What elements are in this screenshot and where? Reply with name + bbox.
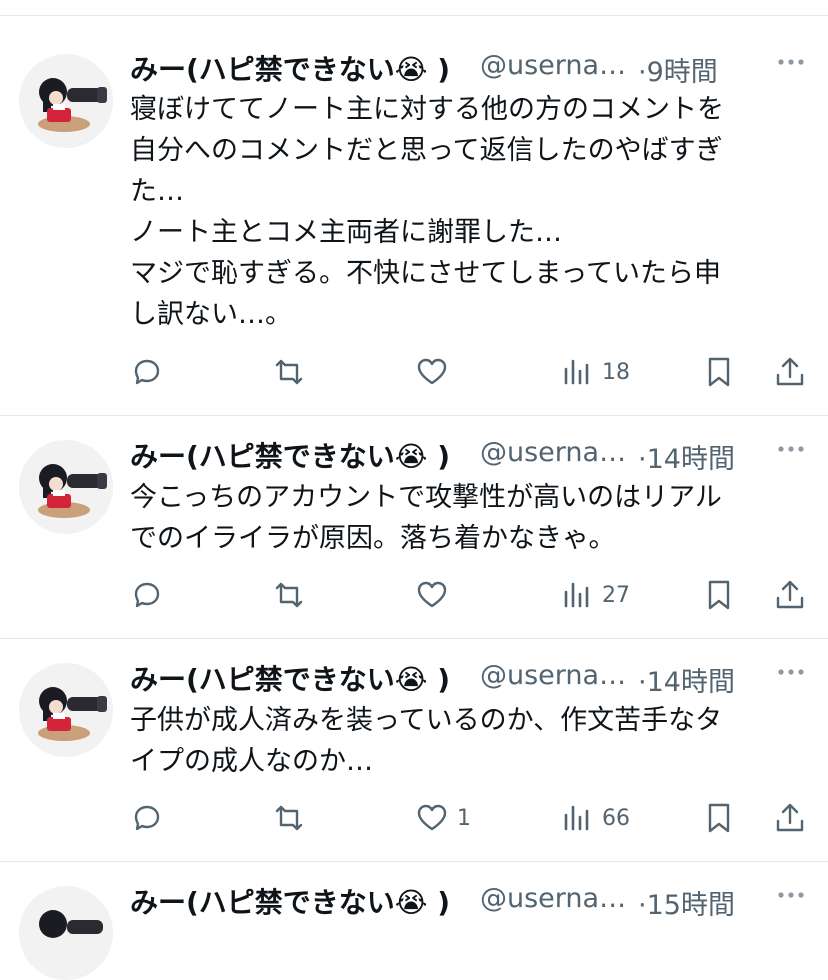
share-button[interactable] — [773, 573, 807, 617]
view-count: 66 — [602, 805, 630, 831]
repost-button[interactable] — [272, 350, 306, 394]
post-divider — [0, 638, 828, 639]
display-name[interactable]: みー(ハピ禁できない😭 ) — [130, 48, 450, 88]
timestamp[interactable]: ·9時間 — [638, 50, 718, 89]
username-handle[interactable]: @userna… — [480, 50, 626, 81]
heart-icon — [417, 358, 447, 385]
repost-button[interactable] — [272, 573, 306, 617]
post-text: 子供が成人済みを装っているのか、作文苦手なタ イプの成人なのか… — [130, 705, 723, 777]
bookmark-icon — [708, 580, 730, 610]
avatar-illustration — [19, 440, 113, 534]
share-button[interactable] — [773, 796, 807, 840]
share-upload-icon — [776, 357, 804, 386]
bookmark-button[interactable] — [702, 350, 736, 394]
avatar[interactable] — [19, 886, 113, 980]
more-dots-icon[interactable] — [776, 52, 806, 72]
heart-icon — [417, 804, 447, 831]
repost-button[interactable] — [272, 796, 306, 840]
username-handle[interactable]: @userna… — [480, 883, 626, 914]
avatar-illustration — [19, 663, 113, 757]
post-text: 寝ぼけててノート主に対する他の方のコメントを 自分へのコメントだと思って返信した… — [130, 94, 724, 330]
avatar-illustration — [19, 886, 113, 980]
bar-chart-icon — [564, 582, 589, 608]
more-dots-icon[interactable] — [776, 439, 806, 459]
reply-button[interactable] — [130, 350, 164, 394]
share-upload-icon — [776, 580, 804, 609]
repost-arrows-icon — [275, 805, 303, 831]
avatar[interactable] — [19, 663, 113, 757]
post-divider — [0, 861, 828, 862]
repost-arrows-icon — [275, 582, 303, 608]
avatar[interactable] — [19, 54, 113, 148]
post-text: 今こっちのアカウントで攻撃性が高いのはリアル でのイライラが原因。落ち着かなきゃ… — [130, 482, 722, 554]
avatar-illustration — [19, 54, 113, 148]
speech-bubble-icon — [134, 805, 160, 831]
username-handle[interactable]: @userna… — [480, 660, 626, 691]
action-bar: 18 — [0, 350, 828, 394]
action-bar: 1 66 — [0, 796, 828, 840]
top-divider — [0, 15, 828, 16]
display-name[interactable]: みー(ハピ禁できない😭 ) — [130, 435, 450, 475]
avatar[interactable] — [19, 440, 113, 534]
bookmark-button[interactable] — [702, 573, 736, 617]
like-button[interactable] — [415, 350, 457, 394]
bookmark-icon — [708, 357, 730, 387]
display-name[interactable]: みー(ハピ禁できない😭 ) — [130, 658, 450, 698]
more-dots-icon[interactable] — [776, 885, 806, 905]
timestamp[interactable]: ·15時間 — [638, 883, 735, 922]
timestamp[interactable]: ·14時間 — [638, 660, 735, 699]
post-divider — [0, 415, 828, 416]
display-name[interactable]: みー(ハピ禁できない😭 ) — [130, 881, 450, 921]
reply-button[interactable] — [130, 573, 164, 617]
heart-icon — [417, 581, 447, 608]
views-button[interactable]: 18 — [560, 350, 630, 394]
like-button[interactable] — [415, 573, 457, 617]
views-button[interactable]: 27 — [560, 573, 630, 617]
speech-bubble-icon — [134, 359, 160, 385]
share-button[interactable] — [773, 350, 807, 394]
bar-chart-icon — [564, 805, 589, 831]
bookmark-button[interactable] — [702, 796, 736, 840]
bookmark-icon — [708, 803, 730, 833]
reply-button[interactable] — [130, 796, 164, 840]
like-button[interactable]: 1 — [415, 796, 471, 840]
bar-chart-icon — [564, 359, 589, 385]
views-button[interactable]: 66 — [560, 796, 630, 840]
repost-arrows-icon — [275, 359, 303, 385]
share-upload-icon — [776, 803, 804, 832]
like-count: 1 — [457, 805, 471, 831]
more-dots-icon[interactable] — [776, 662, 806, 682]
speech-bubble-icon — [134, 582, 160, 608]
username-handle[interactable]: @userna… — [480, 437, 626, 468]
view-count: 27 — [602, 582, 630, 608]
view-count: 18 — [602, 359, 630, 385]
timestamp[interactable]: ·14時間 — [638, 437, 735, 476]
action-bar: 27 — [0, 573, 828, 617]
